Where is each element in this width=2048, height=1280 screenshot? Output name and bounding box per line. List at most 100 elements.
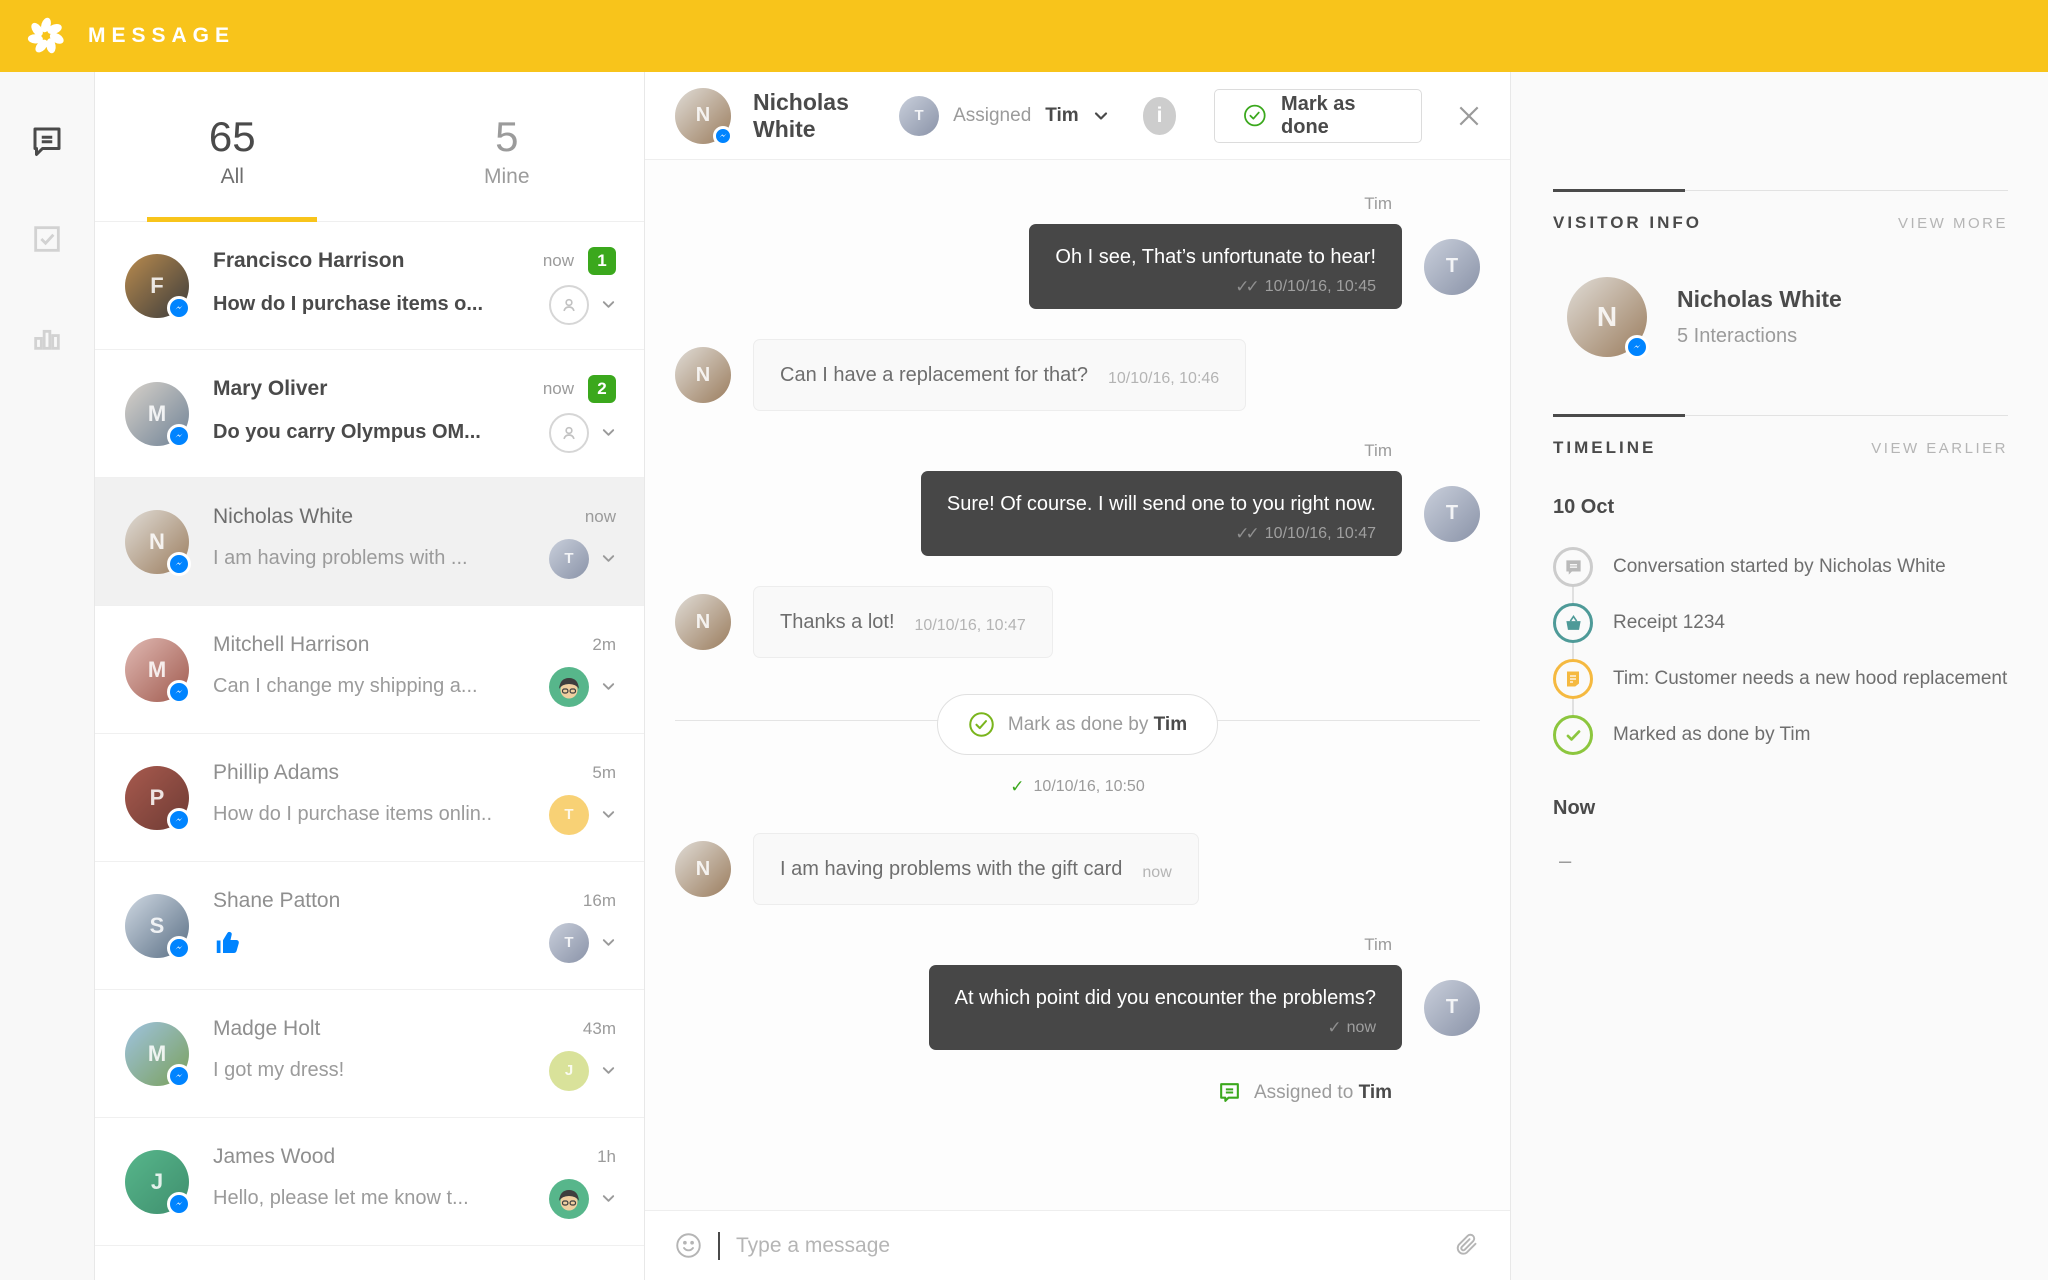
chevron-down-icon[interactable] [601,297,616,312]
event-text: Mark as done by Tim [1007,713,1188,735]
check-circle-icon [1244,104,1266,127]
visitor-message-avatar: N [675,594,731,650]
brand-pinwheel-icon [26,17,66,56]
conversation-item[interactable]: M Mary Oliver now 2 Do you carry Olympus… [95,350,644,478]
conversation-tabs: 65 All 5 Mine [95,72,644,222]
mark-as-done-label: Mark as done [1281,92,1356,138]
conversation-item[interactable]: S Shane Patton 16m T [95,862,644,990]
tasks-nav-icon[interactable] [28,220,66,258]
conversation-item[interactable]: N Nicholas White now I am having problem… [95,478,644,606]
timeline-event-text: Tim: Customer needs a new hood replaceme… [1613,668,2008,689]
chevron-down-icon [1094,111,1107,120]
conversation-time: 1h [597,1146,616,1166]
message-input[interactable] [736,1233,1437,1258]
messenger-badge-icon [167,551,191,576]
conversation-item[interactable]: M Mitchell Harrison 2m Can I change my s… [95,606,644,734]
unassigned-indicator[interactable] [549,412,589,453]
info-icon[interactable]: i [1142,96,1177,135]
message-text: Thanks a lot! [780,611,895,633]
assigned-note-text: Assigned to Tim [1253,1081,1392,1103]
check-circle-icon [969,712,994,737]
assigned-agent-name: Tim [1045,104,1079,126]
conversation-preview: How do I purchase items o... [213,293,484,315]
mark-as-done-button[interactable]: Mark as done [1214,88,1422,143]
messenger-badge-icon [167,807,191,832]
visitor-card: N Nicholas White 5 Interactions [1553,233,2008,415]
chevron-down-icon[interactable] [601,807,616,822]
chevron-down-icon[interactable] [601,1191,616,1206]
chat-bubble-icon [1553,547,1593,587]
message-text: Sure! Of course. I will send one to you … [946,493,1376,515]
message-text: Oh I see, That’s unfortunate to hear! [1055,246,1376,268]
message-text: Can I have a replacement for that? [780,364,1088,386]
conversation-preview: I am having problems with ... [213,547,468,569]
unread-count-badge: 2 [588,374,616,403]
unread-count-badge: 1 [588,246,616,275]
contact-avatar: M [125,1021,191,1088]
tab-mine[interactable]: 5 Mine [370,72,645,221]
close-icon[interactable] [1456,103,1482,129]
stats-nav-icon[interactable] [28,318,66,356]
conversations-nav-icon[interactable] [28,122,66,160]
chat-contact-avatar: N [675,87,733,146]
assignee-initial-avatar[interactable]: T [549,794,589,835]
conversation-item[interactable]: M Madge Holt 43m I got my dress! J [95,990,644,1118]
chevron-down-icon[interactable] [601,679,616,694]
unassigned-person-icon [563,426,575,439]
chevron-down-icon[interactable] [601,935,616,950]
timeline-now-label: Now [1553,797,1596,819]
timeline-now-value: – [1559,848,1572,873]
agent-avatar: T [1424,238,1480,295]
read-receipt-icon: ✓✓ [1235,277,1259,296]
conversation-item[interactable]: F Francisco Harrison now 1 How do I purc… [95,222,644,350]
conversation-preview: I got my dress! [213,1059,345,1081]
messenger-badge-icon [1625,335,1649,359]
agent-avatar: T [1424,979,1480,1036]
conversation-list-panel: 65 All 5 Mine F Francisco Harrison now 1… [95,72,645,1280]
agent-message: Tim At which point did you encounter the… [675,935,1480,1050]
messenger-badge-icon [167,935,191,960]
visitor-message-avatar: N [675,841,731,897]
view-more-link[interactable]: VIEW MORE [1898,215,2008,232]
chevron-down-icon[interactable] [601,425,616,440]
chat-contact-name: Nicholas White [753,88,849,142]
chat-panel: N Nicholas White T Assigned Tim i Mark a… [645,72,1510,1280]
view-earlier-link[interactable]: VIEW EARLIER [1871,440,2008,457]
agent-message: Tim Oh I see, That’s unfortunate to hear… [675,194,1480,309]
chevron-down-icon[interactable] [601,551,616,566]
conversation-time: 43m [582,1018,616,1038]
timeline-event: Marked as done by Tim [1553,707,2008,763]
assignment-chat-icon [1220,1083,1239,1102]
unassigned-indicator[interactable] [549,284,589,325]
conversation-item[interactable]: J James Wood 1h Hello, please let me kno… [95,1118,644,1246]
visitor-message-avatar: N [675,347,731,403]
contact-avatar: M [125,381,191,448]
assignee-cartoon-avatar [549,1178,589,1219]
tab-all[interactable]: 65 All [95,72,370,221]
contact-name: Francisco Harrison [213,248,405,272]
conversation-preview: Can I change my shipping a... [213,675,478,697]
check-icon: ✓ [1010,777,1025,796]
top-bar: MESSAGE [0,0,2048,72]
emoji-icon[interactable] [675,1232,702,1259]
attachment-icon[interactable] [1453,1232,1480,1259]
conversation-preview: Hello, please let me know t... [213,1187,469,1209]
basket-icon [1553,603,1593,643]
message-time: now [1142,864,1172,881]
message-text: I am having problems with the gift card [780,858,1123,880]
chevron-down-icon[interactable] [601,1063,616,1078]
messenger-badge-icon [167,1191,191,1216]
assignee-initial-avatar[interactable]: J [549,1050,589,1091]
visitor-message: N I am having problems with the gift car… [675,833,1199,905]
message-time: 10/10/16, 10:47 [914,617,1026,634]
assigned-note: Assigned to Tim [1217,1080,1392,1105]
visitor-avatar: N [1567,277,1649,359]
message-author: Tim [1364,194,1392,213]
assignee-avatar: T [549,538,589,579]
contact-name: James Wood [213,1144,336,1168]
assignee-dropdown[interactable]: T Assigned Tim [899,95,1109,136]
agent-message-bubble: At which point did you encounter the pro… [928,965,1402,1050]
messenger-badge-icon [167,423,191,448]
timeline-date: 10 Oct [1553,496,1615,518]
conversation-item[interactable]: P Phillip Adams 5m How do I purchase ite… [95,734,644,862]
